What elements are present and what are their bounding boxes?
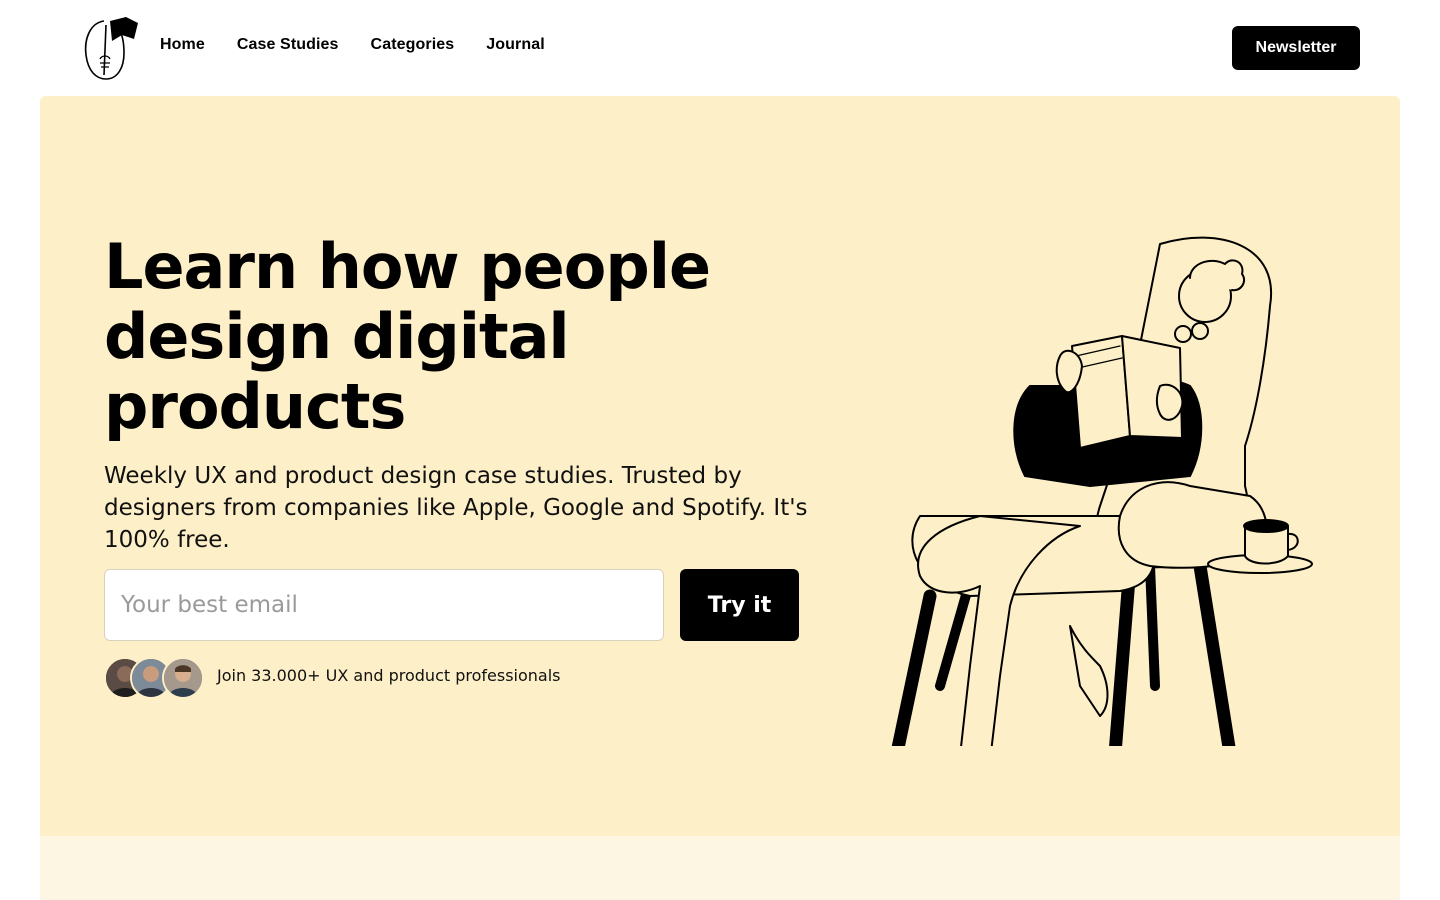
lower-section bbox=[40, 836, 1400, 900]
social-proof-text: Join 33.000+ UX and product professional… bbox=[217, 666, 561, 685]
logo-icon[interactable] bbox=[82, 15, 142, 81]
nav-case-studies[interactable]: Case Studies bbox=[237, 36, 339, 54]
hero-section: Learn how people design digital products… bbox=[40, 96, 1400, 836]
nav-categories[interactable]: Categories bbox=[371, 36, 455, 54]
person-reading-illustration bbox=[891, 236, 1313, 746]
hero-subtext: Weekly UX and product design case studie… bbox=[104, 463, 808, 553]
hero-headline: Learn how people design digital products bbox=[104, 230, 711, 443]
email-input[interactable] bbox=[104, 569, 664, 641]
main-nav: Home Case Studies Categories Journal bbox=[160, 36, 545, 54]
nav-home[interactable]: Home bbox=[160, 36, 205, 54]
avatar bbox=[162, 657, 204, 699]
newsletter-button[interactable]: Newsletter bbox=[1232, 26, 1360, 70]
try-it-button[interactable]: Try it bbox=[680, 569, 799, 641]
avatar-stack bbox=[104, 657, 204, 699]
site-header: Home Case Studies Categories Journal New… bbox=[0, 0, 1440, 96]
nav-journal[interactable]: Journal bbox=[486, 36, 545, 54]
